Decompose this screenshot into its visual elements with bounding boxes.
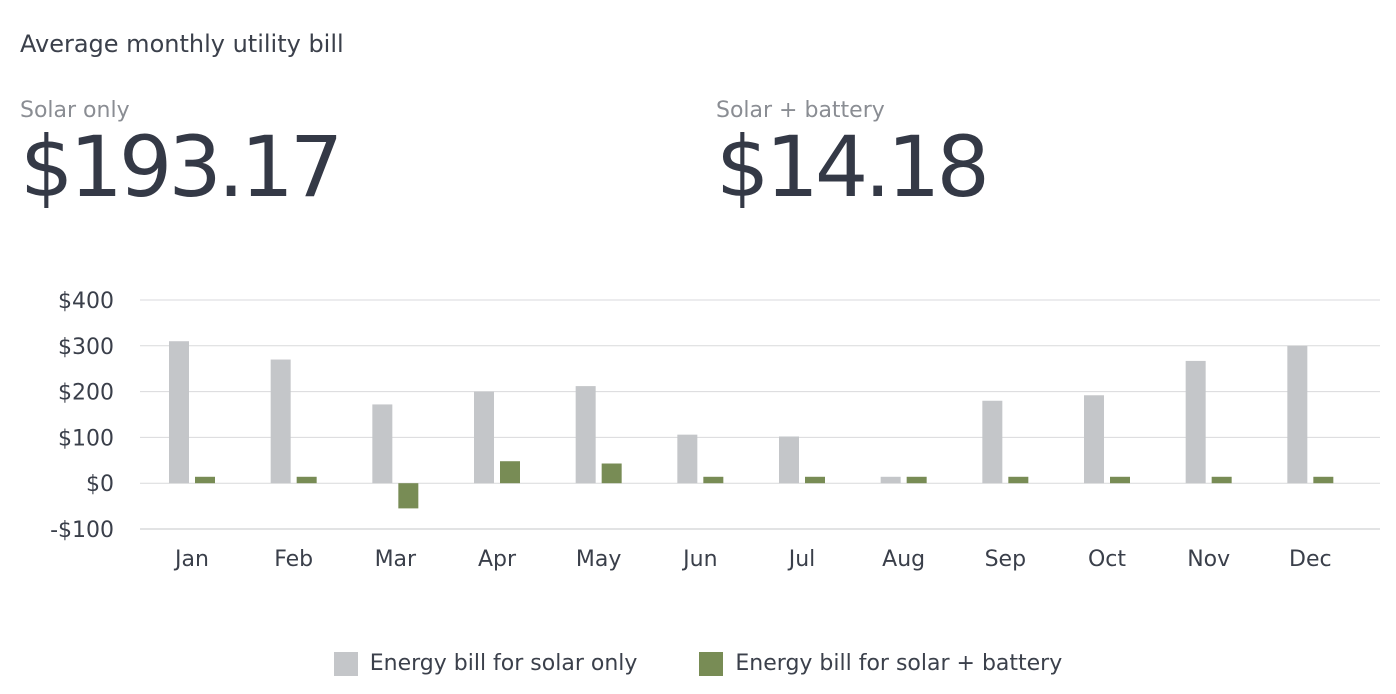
legend-swatch-solar-battery [699, 651, 724, 676]
x-tick-label: Sep [985, 547, 1026, 572]
x-tick-label: May [576, 547, 621, 572]
bar-solar-battery [703, 476, 724, 484]
legend-label-solar-only: Energy bill for solar only [369, 651, 638, 676]
y-tick-label: $0 [86, 472, 114, 497]
bar-solar-battery [296, 476, 317, 484]
bar-solar-only [677, 434, 698, 484]
stat-solar-battery-value: $14.18 [716, 118, 990, 216]
x-tick-label: Feb [274, 547, 313, 572]
stat-solar-only-value: $193.17 [20, 118, 343, 216]
bar-solar-battery [1110, 476, 1130, 484]
chart-legend: Energy bill for solar only Energy bill f… [0, 651, 1396, 676]
legend-swatch-solar-only [333, 651, 358, 676]
bar-solar-battery [1008, 476, 1029, 484]
chart-title: Average monthly utility bill [20, 30, 344, 58]
bar-solar-battery [601, 463, 622, 484]
legend-item-solar-battery[interactable]: Energy bill for solar + battery [699, 651, 1062, 676]
bar-solar-battery [1313, 476, 1334, 484]
bar-solar-only [1287, 345, 1308, 484]
x-tick-label: Jan [173, 547, 209, 572]
y-tick-label: $400 [58, 289, 114, 314]
legend-label-solar-battery: Energy bill for solar + battery [735, 651, 1063, 676]
x-tick-label: Oct [1088, 547, 1126, 572]
y-tick-label: $200 [58, 381, 114, 406]
x-tick-label: Dec [1289, 547, 1332, 572]
y-tick-label: $100 [58, 426, 114, 451]
bar-chart: $400 $300 $200 $100 $0 -$100 Jan Feb Mar Apr May Ju… [50, 289, 1380, 572]
stat-solar-battery: Solar + battery $14.18 [716, 98, 990, 216]
x-tick-label: Jul [787, 547, 816, 572]
bar-solar-only [372, 404, 393, 484]
bar-solar-only [575, 386, 596, 484]
bar-solar-battery [805, 476, 825, 484]
bar-solar-only [1185, 360, 1206, 484]
x-tick-label: Aug [882, 547, 925, 572]
y-tick-label: -$100 [50, 518, 114, 543]
bar-solar-only [474, 391, 494, 484]
x-tick-label: Jun [681, 547, 717, 572]
bar-solar-only [880, 476, 901, 484]
y-tick-label: $300 [58, 335, 114, 360]
bar-solar-only [779, 436, 799, 484]
x-tick-label: Nov [1187, 547, 1230, 572]
bar-solar-battery [500, 461, 520, 484]
bar-solar-battery [398, 483, 419, 509]
x-tick-label: Mar [375, 547, 417, 572]
x-tick-label: Apr [478, 547, 517, 572]
bar-solar-only [982, 400, 1003, 484]
bar-solar-battery [195, 476, 215, 484]
stat-solar-only: Solar only $193.17 [20, 98, 343, 216]
bar-solar-battery [1211, 476, 1232, 484]
bar-solar-battery [906, 476, 927, 484]
bar-solar-only [270, 359, 291, 484]
legend-item-solar-only[interactable]: Energy bill for solar only [333, 651, 638, 676]
bar-solar-only [169, 341, 189, 484]
bar-solar-only [1084, 395, 1104, 484]
